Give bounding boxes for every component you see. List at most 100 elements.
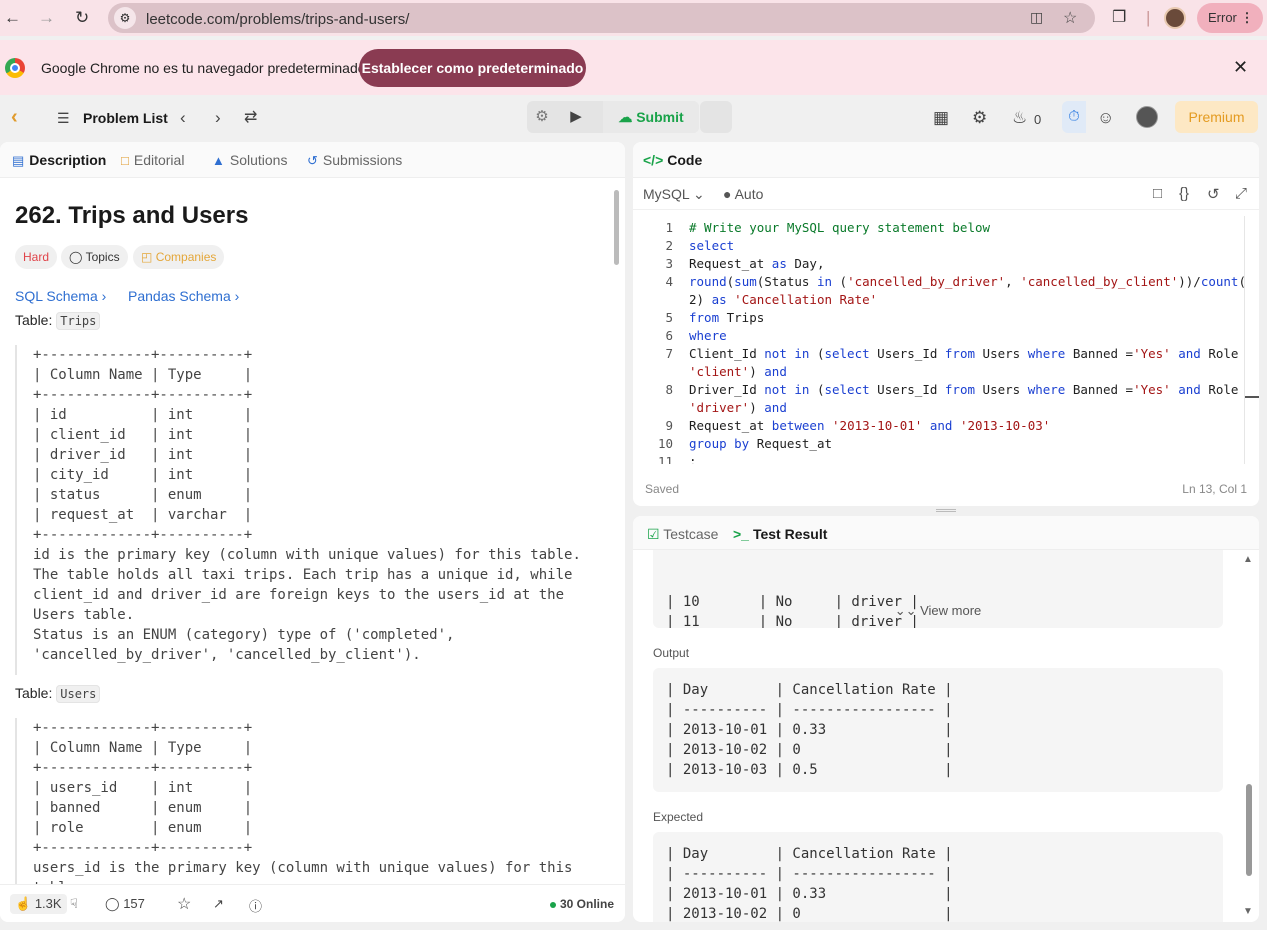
- layout-icon[interactable]: ▦: [933, 108, 949, 128]
- profile-avatar[interactable]: [1164, 7, 1186, 29]
- tab-solutions-label: Solutions: [229, 152, 288, 168]
- sql-schema-link[interactable]: SQL Schema ›: [15, 288, 106, 304]
- description-scrollbar[interactable]: [612, 182, 620, 882]
- code-line: ;: [689, 454, 697, 464]
- submit-label: Submit: [636, 109, 684, 125]
- reload-icon[interactable]: ↻: [75, 9, 89, 27]
- browser-toolbar: ← → ↻ ⚙ leetcode.com/problems/trips-and-…: [0, 0, 1267, 36]
- editor-scroll-marker: [1245, 396, 1259, 398]
- tab-test-result[interactable]: >_ Test Result: [733, 526, 827, 542]
- settings-gear-icon[interactable]: ⚙: [972, 108, 987, 128]
- error-button[interactable]: Error ⋮: [1197, 3, 1263, 33]
- expected-table: | Day | Cancellation Rate | | ----------…: [653, 832, 1223, 922]
- like-button[interactable]: ☝ 1.3K: [10, 894, 67, 914]
- site-info-icon[interactable]: ⚙: [114, 7, 136, 29]
- url-text[interactable]: leetcode.com/problems/trips-and-users/: [146, 11, 409, 28]
- bookmark-icon[interactable]: □: [1153, 185, 1162, 202]
- companies-label: Companies: [155, 250, 217, 264]
- code-line: 'client') and: [689, 364, 787, 379]
- help-icon[interactable]: ⓘ: [249, 896, 262, 915]
- premium-button[interactable]: Premium: [1175, 101, 1258, 133]
- output-table: | Day | Cancellation Rate | | ----------…: [653, 668, 1223, 792]
- tab-description[interactable]: ▤ Description: [12, 152, 106, 169]
- user-avatar[interactable]: [1136, 106, 1158, 128]
- favorite-star-icon[interactable]: ☆: [177, 894, 191, 914]
- auto-mode[interactable]: ● Auto: [723, 186, 763, 202]
- note-button[interactable]: [700, 101, 732, 133]
- add-collaborator-icon[interactable]: ☺: [1097, 108, 1114, 128]
- separator: |: [1146, 8, 1151, 27]
- tab-editorial-label: Editorial: [133, 152, 185, 168]
- tab-submissions[interactable]: ↺ Submissions: [307, 152, 402, 169]
- submit-button[interactable]: ☁ Submit: [603, 101, 699, 133]
- timer-icon[interactable]: ⏱: [1062, 101, 1086, 133]
- description-content: 262. Trips and Users Hard ◯ Topics ◰ Com…: [15, 178, 610, 885]
- code-panel: </> Code MySQL ⌄ ● Auto □ {} ↺ ⤢ 1 2 3 4 …: [633, 142, 1259, 506]
- streak-fire-icon[interactable]: ♨: [1012, 108, 1027, 128]
- tab-editorial[interactable]: □ Editorial: [121, 152, 184, 168]
- bookmark-star-icon[interactable]: ☆: [1063, 8, 1077, 28]
- view-more-link[interactable]: ⌄⌄ View more: [653, 601, 1223, 621]
- tab-submissions-label: Submissions: [322, 152, 403, 168]
- line-number: 8: [665, 382, 673, 397]
- lock-icon: ◰: [141, 250, 153, 264]
- dislike-icon[interactable]: ☟: [70, 896, 78, 912]
- close-icon[interactable]: ✕: [1233, 57, 1248, 78]
- save-status: Saved: [645, 482, 680, 496]
- next-problem-icon[interactable]: ›: [215, 108, 221, 128]
- trips-schema: +-------------+----------+ | Column Name…: [15, 345, 581, 675]
- panel-resize-handle[interactable]: [936, 509, 956, 512]
- checkbox-icon: ☑: [647, 526, 660, 542]
- leetcode-logo-icon[interactable]: ‹: [11, 106, 31, 128]
- braces-icon[interactable]: {}: [1179, 185, 1189, 202]
- reset-icon[interactable]: ↺: [1207, 185, 1220, 203]
- set-default-button[interactable]: Establecer como predeterminado: [359, 49, 586, 87]
- terminal-icon: >_: [733, 526, 749, 542]
- pandas-schema-link[interactable]: Pandas Schema ›: [128, 288, 239, 304]
- code-line: Request_at as Day,: [689, 256, 825, 271]
- prev-problem-icon[interactable]: ‹: [180, 108, 186, 128]
- output-label: Output: [653, 646, 690, 660]
- comments-button[interactable]: ◯ 157: [105, 896, 145, 912]
- cursor-position: Ln 13, Col 1: [1182, 482, 1247, 496]
- code-line: from Trips: [689, 310, 765, 325]
- likes-count: 1.3K: [34, 896, 62, 911]
- back-icon[interactable]: ←: [4, 9, 21, 27]
- scroll-down-icon[interactable]: ▼: [1243, 906, 1253, 917]
- run-icon[interactable]: ▶: [561, 101, 591, 133]
- book-icon: □: [121, 153, 129, 168]
- line-number: 4: [665, 274, 673, 289]
- scroll-thumb[interactable]: [614, 190, 619, 265]
- line-number: 2: [665, 238, 673, 253]
- online-count: 30 Online: [550, 897, 614, 911]
- forward-icon[interactable]: →: [38, 9, 55, 27]
- shuffle-icon[interactable]: ⇄: [244, 108, 257, 128]
- infobar-message: Google Chrome no es tu navegador predete…: [41, 60, 366, 76]
- code-editor[interactable]: 1 2 3 4 5 6 7 8 9 10 11 # Write your MyS…: [633, 216, 1245, 464]
- problem-list-link[interactable]: Problem List: [83, 110, 168, 126]
- table-word: Table:: [15, 685, 53, 701]
- expand-icon[interactable]: ⤢: [1235, 185, 1247, 202]
- line-number: 1: [665, 220, 673, 235]
- test-tabs: ☑ Testcase >_ Test Result: [633, 516, 1259, 550]
- topics-chip[interactable]: ◯ Topics: [61, 245, 128, 269]
- debug-icon[interactable]: ⚙: [527, 101, 557, 133]
- language-select[interactable]: MySQL ⌄: [643, 186, 705, 203]
- scroll-up-icon[interactable]: ▲: [1243, 554, 1253, 565]
- address-bar[interactable]: ⚙ leetcode.com/problems/trips-and-users/…: [108, 3, 1095, 33]
- companies-chip[interactable]: ◰ Companies: [133, 245, 225, 269]
- share-icon[interactable]: ↗: [213, 896, 224, 912]
- editor-scrollbar[interactable]: [1244, 216, 1245, 464]
- comment-icon: ◯: [105, 896, 120, 911]
- problem-title[interactable]: 262. Trips and Users: [15, 202, 248, 230]
- tab-testcase[interactable]: ☑ Testcase: [647, 526, 718, 543]
- code-header: </> Code: [633, 142, 1259, 178]
- tab-solutions[interactable]: ▲ Solutions: [212, 152, 287, 168]
- extensions-icon[interactable]: ❐: [1112, 9, 1126, 27]
- tag-icon: ◯: [69, 250, 83, 264]
- result-scroll-thumb[interactable]: [1246, 784, 1252, 876]
- code-title-label: Code: [667, 152, 703, 168]
- chrome-logo-icon: [5, 58, 25, 78]
- code-title: </> Code: [643, 152, 702, 168]
- translate-icon[interactable]: ◫: [1030, 9, 1043, 26]
